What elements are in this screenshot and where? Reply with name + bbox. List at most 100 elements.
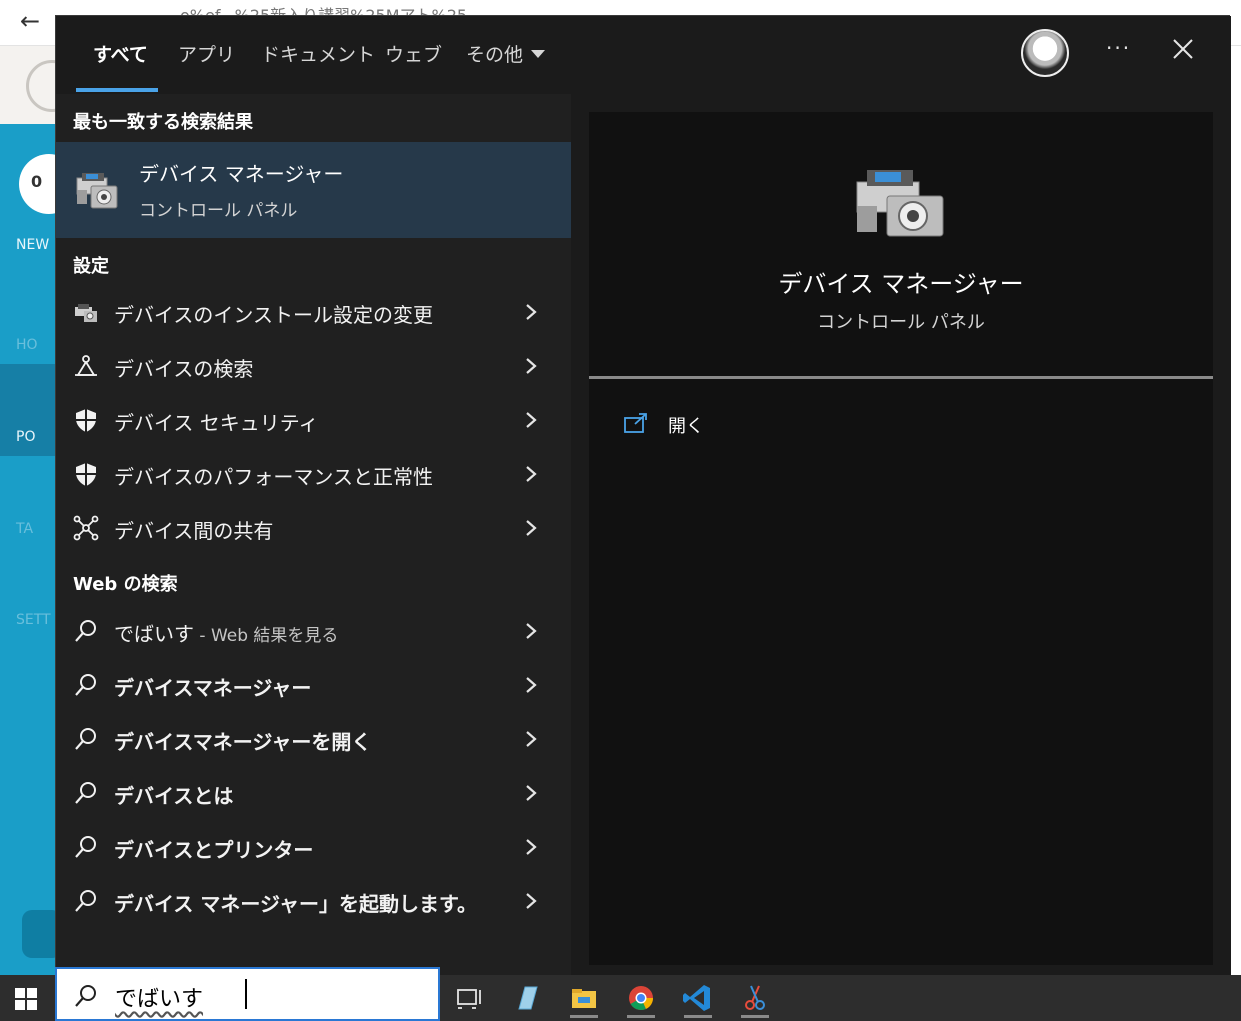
sidebar-item-home[interactable]: HO: [16, 337, 38, 353]
web-result-label: デバイスマネージャーを開く: [114, 730, 372, 754]
web-result-item[interactable]: デバイス マネージャー」を起動します。: [56, 875, 571, 929]
chrome-icon[interactable]: [623, 981, 659, 1018]
tab-web[interactable]: ウェブ: [385, 40, 442, 67]
search-icon: [75, 782, 96, 804]
search-icon: [75, 890, 96, 912]
open-external-icon: [624, 413, 647, 433]
web-result-item[interactable]: デバイスマネージャーを開く: [56, 713, 571, 767]
running-indicator: [627, 1015, 655, 1018]
back-arrow-icon[interactable]: ←: [20, 7, 40, 35]
web-result-label: でばいす - Web 結果を見る: [114, 618, 338, 647]
search-icon: [75, 985, 96, 1007]
device-manager-icon: [856, 170, 944, 237]
caret-down-icon: [531, 50, 546, 58]
web-result-query: でばいす: [114, 622, 194, 646]
start-icon[interactable]: [8, 983, 44, 1015]
settings-item-install[interactable]: デバイスのインストール設定の変更: [56, 286, 571, 340]
chevron-right-icon: [526, 358, 537, 374]
preview-card: デバイス マネージャー コントロール パネル: [589, 112, 1213, 377]
vscode-icon[interactable]: [680, 981, 716, 1018]
device-install-icon: [75, 304, 97, 322]
page-content-edge: [1230, 46, 1241, 976]
search-icon: [75, 620, 96, 642]
open-label: 開く: [668, 416, 704, 437]
chat-icon[interactable]: [22, 910, 56, 958]
sidebar-item-settings[interactable]: SETT: [16, 612, 51, 628]
settings-item-label: デバイス セキュリティ: [114, 411, 319, 435]
snipping-tool-icon[interactable]: [737, 981, 773, 1018]
close-icon[interactable]: [1168, 34, 1198, 64]
chevron-right-icon: [526, 785, 537, 801]
pen-app-icon[interactable]: [509, 981, 545, 1015]
tab-apps[interactable]: アプリ: [178, 40, 235, 67]
tab-documents[interactable]: ドキュメント: [261, 40, 375, 67]
search-icon: [75, 674, 96, 696]
sidebar-item-tags[interactable]: TA: [16, 521, 33, 537]
web-result-label: デバイスとプリンター: [114, 838, 314, 862]
tab-more-label: その他: [466, 44, 524, 66]
share-nodes-icon: [73, 515, 99, 541]
search-query-text: でばいす: [115, 987, 204, 1012]
user-avatar[interactable]: [1021, 29, 1069, 77]
shield-icon: [76, 409, 96, 432]
web-result-item[interactable]: デバイスとは: [56, 767, 571, 821]
chevron-right-icon: [526, 893, 537, 909]
device-manager-icon: [76, 173, 118, 209]
chevron-right-icon: [526, 412, 537, 428]
web-result-item[interactable]: デバイスとプリンター: [56, 821, 571, 875]
find-device-icon: [75, 355, 97, 376]
settings-item-performance[interactable]: デバイスのパフォーマンスと正常性: [56, 448, 571, 502]
chrome-logo-icon: [629, 986, 653, 1010]
shield-icon: [76, 463, 96, 486]
text-cursor: [245, 979, 247, 1009]
tab-all[interactable]: すべて: [93, 40, 148, 67]
running-indicator: [570, 1015, 598, 1018]
site-sidebar: 0 NEW HO PO TA SETT: [0, 124, 56, 976]
settings-item-label: デバイスの検索: [114, 357, 254, 381]
vscode-logo-icon: [683, 985, 710, 1011]
chevron-right-icon: [526, 677, 537, 693]
chevron-right-icon: [526, 304, 537, 320]
settings-item-device-security[interactable]: デバイス セキュリティ: [56, 394, 571, 448]
search-tab-bar: すべて アプリ ドキュメント ウェブ その他 ···: [56, 16, 1231, 94]
web-result-item[interactable]: デバイスマネージャー: [56, 659, 571, 713]
preview-pane: デバイス マネージャー コントロール パネル 開く: [571, 94, 1231, 976]
sidebar-item-posts[interactable]: PO: [16, 429, 35, 445]
settings-heading: 設定: [73, 256, 109, 277]
best-match-title: デバイス マネージャー: [139, 162, 344, 186]
settings-item-share[interactable]: デバイス間の共有: [56, 502, 571, 556]
more-options-button[interactable]: ···: [1106, 36, 1131, 60]
task-view-icon[interactable]: [452, 981, 488, 1015]
best-match-result[interactable]: デバイス マネージャー コントロール パネル: [56, 142, 571, 238]
preview-subtitle: コントロール パネル: [817, 312, 985, 333]
chevron-right-icon: [526, 839, 537, 855]
best-match-heading: 最も一致する検索結果: [73, 112, 253, 133]
web-result-item[interactable]: でばいす - Web 結果を見る: [56, 605, 571, 659]
file-explorer-icon[interactable]: [566, 981, 602, 1018]
settings-item-find-device[interactable]: デバイスの検索: [56, 340, 571, 394]
web-search-heading: Web の検索: [73, 574, 178, 595]
search-icon: [75, 728, 96, 750]
search-icon: [75, 836, 96, 858]
taskbar: でばいす: [0, 967, 1241, 1021]
sidebar-avatar[interactable]: 0: [19, 154, 56, 214]
results-list: 最も一致する検索結果 デバイス マネージャー コントロール パネル 設定 デバイ…: [56, 94, 571, 976]
settings-item-label: デバイスのインストール設定の変更: [114, 303, 433, 327]
running-indicator: [741, 1015, 769, 1018]
search-input[interactable]: でばいす: [55, 967, 440, 1021]
best-match-subtitle: コントロール パネル: [139, 201, 298, 221]
web-result-suffix: - Web 結果を見る: [194, 626, 339, 646]
open-button[interactable]: 開く: [623, 406, 743, 442]
scissors-icon: [745, 985, 765, 1010]
sidebar-item-new[interactable]: NEW: [16, 237, 49, 253]
preview-actions: 開く: [589, 379, 1213, 965]
running-indicator: [684, 1015, 712, 1018]
settings-item-label: デバイス間の共有: [114, 519, 274, 543]
settings-item-label: デバイスのパフォーマンスと正常性: [114, 465, 433, 489]
web-result-label: デバイス マネージャー」を起動します。: [114, 892, 477, 916]
chevron-right-icon: [526, 731, 537, 747]
folder-icon: [572, 989, 596, 1008]
chevron-right-icon: [526, 623, 537, 639]
preview-title: デバイス マネージャー: [778, 270, 1024, 298]
tab-more[interactable]: その他: [466, 40, 546, 67]
